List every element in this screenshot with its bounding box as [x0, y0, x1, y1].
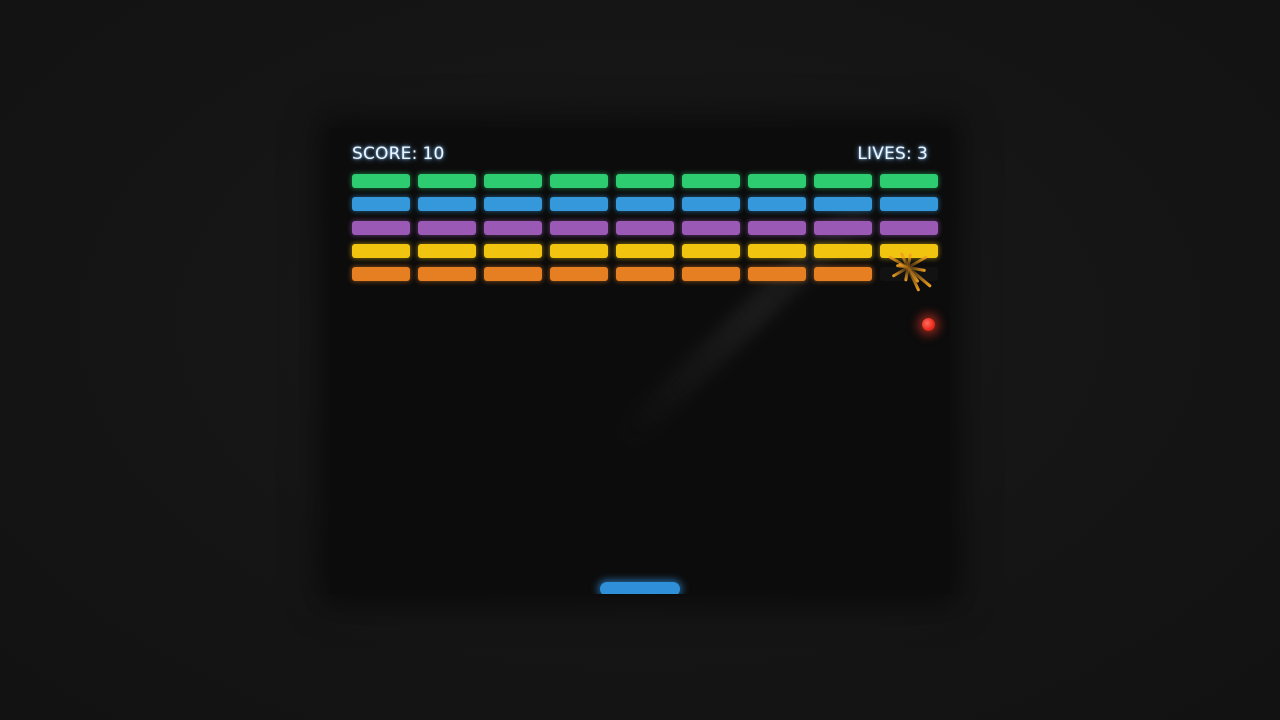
lives-value: 3 [916, 144, 928, 164]
lives-display: LIVES: 3 [857, 144, 928, 164]
score-value: 10 [422, 144, 445, 164]
lives-label: LIVES: [857, 144, 912, 164]
paddle[interactable] [600, 582, 680, 594]
ball [922, 318, 935, 331]
score-label: SCORE: [352, 144, 418, 164]
score-display: SCORE: 10 [352, 144, 445, 164]
brick-break-particles [330, 128, 950, 594]
game-canvas[interactable]: SCORE: 10 LIVES: 3 [330, 128, 950, 594]
